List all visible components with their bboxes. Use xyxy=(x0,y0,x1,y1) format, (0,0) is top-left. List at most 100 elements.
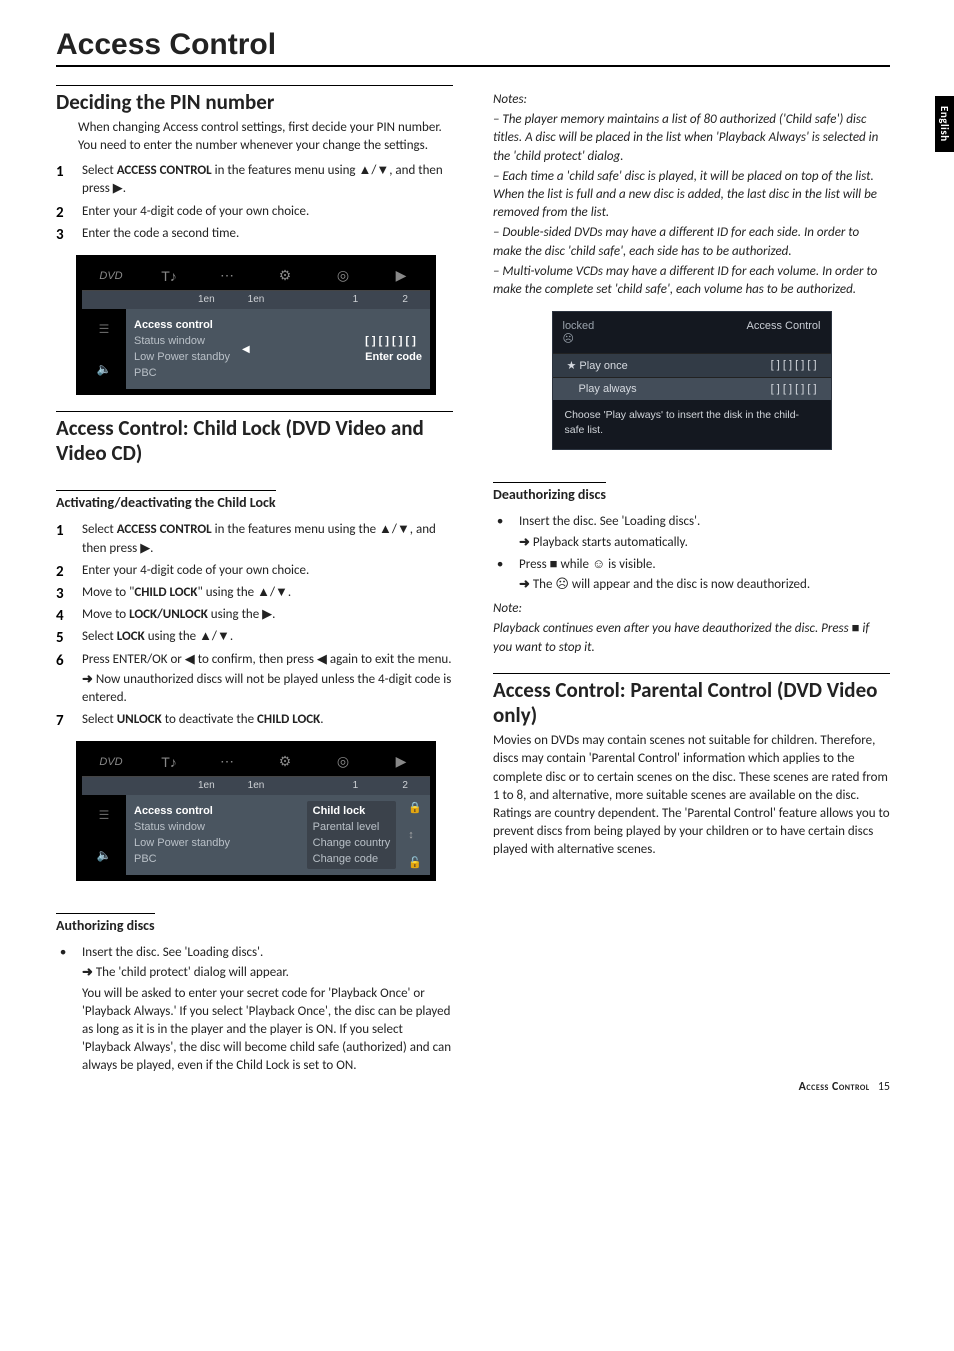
parental-body: Movies on DVDs may contain scenes not su… xyxy=(493,732,890,859)
osd2-menu-status-window: Status window xyxy=(134,821,230,833)
dialog-playalways-code: [ ] [ ] [ ] [ ] xyxy=(771,383,817,395)
osd2-unlock-icon: 🔓 xyxy=(408,856,422,869)
cl-step-5: Select LOCK using the ▲/▼. xyxy=(56,628,453,646)
deauth-r2: The ☹ will appear and the disc is now de… xyxy=(519,576,890,594)
auth-b1: Insert the disc. See 'Loading discs'. Th… xyxy=(56,944,453,1075)
sec-deciding-pin: Deciding the PIN number xyxy=(56,85,453,115)
cl-step-3: Move to "CHILD LOCK" using the ▲/▼. xyxy=(56,584,453,602)
cl-step-4: Move to LOCK/UNLOCK using the ▶. xyxy=(56,606,453,624)
dialog-title: Access Control xyxy=(747,320,821,345)
osd1-menu-status-window: Status window xyxy=(134,335,230,347)
auth-p1: You will be asked to enter your secret c… xyxy=(82,986,451,1074)
notes-n2: – Each time a 'child safe' disc is playe… xyxy=(493,168,890,223)
notes-block: Notes: – The player memory maintains a l… xyxy=(493,91,890,299)
page: Access Control Deciding the PIN number W… xyxy=(0,0,954,1120)
osd1-sub4: 2 xyxy=(380,291,430,309)
cl-step-2: Enter your 4-digit code of your own choi… xyxy=(56,562,453,580)
footer-page: 15 xyxy=(878,1080,890,1094)
cl-step-1: Select ACCESS CONTROL in the features me… xyxy=(56,521,453,557)
osd2-arrow-icon: ▶ xyxy=(372,753,430,770)
cl-step-6: Press ENTER/OK or ◀ to confirm, then pre… xyxy=(56,651,453,708)
osd1-zoom-icon: ◎ xyxy=(314,267,372,284)
osd2-sub-childlock: Child lock xyxy=(313,805,391,817)
osd2-sub1: 1en xyxy=(181,777,231,795)
osd1-menu-pbc: PBC xyxy=(134,367,230,379)
deauth-note-body: Playback continues even after you have d… xyxy=(493,620,890,656)
osd-childprotect-dialog: locked ☹ Access Control ★ Play once [ ] … xyxy=(552,311,832,450)
osd2-menu-pbc: PBC xyxy=(134,853,230,865)
osd2-sub-country: Change country xyxy=(313,837,391,849)
dialog-locked: locked xyxy=(563,320,595,332)
sub-deauthorizing: Deauthorizing discs xyxy=(493,482,606,503)
columns: Deciding the PIN number When changing Ac… xyxy=(56,85,890,1080)
osd1-sub3: 1 xyxy=(331,291,381,309)
osd2-sub2: 1en xyxy=(231,777,281,795)
osd2-dvd-tab: DVD xyxy=(82,756,140,768)
notes-n1: – The player memory maintains a list of … xyxy=(493,111,890,166)
dialog-playalways: Play always xyxy=(567,383,637,395)
pin-intro: When changing Access control settings, f… xyxy=(78,119,453,154)
sub-authorizing: Authorizing discs xyxy=(56,913,155,934)
notes-n4: – Multi-volume VCDs may have a different… xyxy=(493,263,890,299)
osd1-audio-icon: T♪ xyxy=(140,268,198,284)
osd1-menu-access-control: Access control xyxy=(134,319,230,331)
sec-child-lock: Access Control: Child Lock (DVD Video an… xyxy=(56,411,453,466)
osd1-left-icon-b: 🔈 xyxy=(97,362,112,376)
osd1-caret: ◀ xyxy=(242,344,252,355)
osd1-left-icon-a: ☰ xyxy=(99,322,110,336)
osd2-sub-parental: Parental level xyxy=(313,821,391,833)
pin-step-3: Enter the code a second time. xyxy=(56,225,453,243)
osd2-menu-access-control: Access control xyxy=(134,805,230,817)
dialog-face-icon: ☹ xyxy=(563,333,574,345)
osd2-audio-icon: T♪ xyxy=(140,754,198,770)
osd-pin-screenshot: DVD T♪ ⋯ ⚙ ◎ ▶ 1en 1en 1 2 xyxy=(76,255,436,395)
osd1-code-boxes: [ ] [ ] [ ] [ ] xyxy=(365,335,422,347)
osd1-menu-low-power: Low Power standby xyxy=(134,351,230,363)
deauth-note-h: Note: xyxy=(493,600,890,618)
cl-step-6-result: Now unauthorized discs will not be playe… xyxy=(82,671,453,707)
osd2-sub4: 2 xyxy=(380,777,430,795)
deauth-r1: Playback starts automatically. xyxy=(519,534,890,552)
deauth-note: Note: Playback continues even after you … xyxy=(493,600,890,657)
sec-parental: Access Control: Parental Control (DVD Vi… xyxy=(493,673,890,728)
notes-n3: – Double-sided DVDs may have a different… xyxy=(493,224,890,260)
osd1-enter-code: Enter code xyxy=(365,351,422,363)
osd1-arrow-icon: ▶ xyxy=(372,267,430,284)
osd2-zoom-icon: ◎ xyxy=(314,753,372,770)
osd2-angle-icon: ⚙ xyxy=(256,753,314,770)
pin-step-1: Select ACCESS CONTROL in the features me… xyxy=(56,162,453,198)
osd1-sub1: 1en xyxy=(181,291,231,309)
cl-step-7: Select UNLOCK to deactivate the CHILD LO… xyxy=(56,711,453,729)
auth-bullets: Insert the disc. See 'Loading discs'. Th… xyxy=(56,944,453,1075)
childlock-steps: Select ACCESS CONTROL in the features me… xyxy=(56,521,453,729)
osd2-sub3: 1 xyxy=(331,777,381,795)
dialog-playonce: ★ Play once xyxy=(567,359,628,372)
auth-r1: The 'child protect' dialog will appear. xyxy=(82,964,453,982)
osd2-sub-code: Change code xyxy=(313,853,391,865)
osd-childlock-screenshot: DVD T♪ ⋯ ⚙ ◎ ▶ 1en 1en 1 2 ☰ xyxy=(76,741,436,881)
osd1-dvd-tab: DVD xyxy=(82,270,140,282)
pin-steps: Select ACCESS CONTROL in the features me… xyxy=(56,162,453,243)
deauth-bullets: Insert the disc. See 'Loading discs'. Pl… xyxy=(493,513,890,594)
sub-activating-child-lock: Activating/deactivating the Child Lock xyxy=(56,490,276,511)
dialog-playonce-code: [ ] [ ] [ ] [ ] xyxy=(771,359,817,372)
dialog-foot: Choose 'Play always' to insert the disk … xyxy=(553,400,831,449)
osd2-subtitle-icon: ⋯ xyxy=(198,753,256,770)
notes-h: Notes: xyxy=(493,91,890,109)
page-title: Access Control xyxy=(56,28,890,67)
deauth-b2: Press ■ while ☺ is visible. The ☹ will a… xyxy=(493,556,890,594)
footer: Access Control 15 xyxy=(799,1080,890,1094)
osd1-angle-icon: ⚙ xyxy=(256,267,314,284)
osd2-left-icon-b: 🔈 xyxy=(97,848,112,862)
left-column: Deciding the PIN number When changing Ac… xyxy=(56,85,453,1080)
osd2-menu-low-power: Low Power standby xyxy=(134,837,230,849)
pin-step-2: Enter your 4-digit code of your own choi… xyxy=(56,203,453,221)
osd2-arrows-icon: ↕ xyxy=(408,829,422,841)
footer-title: Access Control xyxy=(799,1080,870,1094)
osd2-lock-icon: 🔒 xyxy=(408,801,422,814)
osd2-left-icon-a: ☰ xyxy=(99,808,110,822)
osd1-subtitle-icon: ⋯ xyxy=(198,267,256,284)
right-column: Notes: – The player memory maintains a l… xyxy=(493,85,890,1080)
deauth-b1: Insert the disc. See 'Loading discs'. Pl… xyxy=(493,513,890,551)
osd1-sub2: 1en xyxy=(231,291,281,309)
